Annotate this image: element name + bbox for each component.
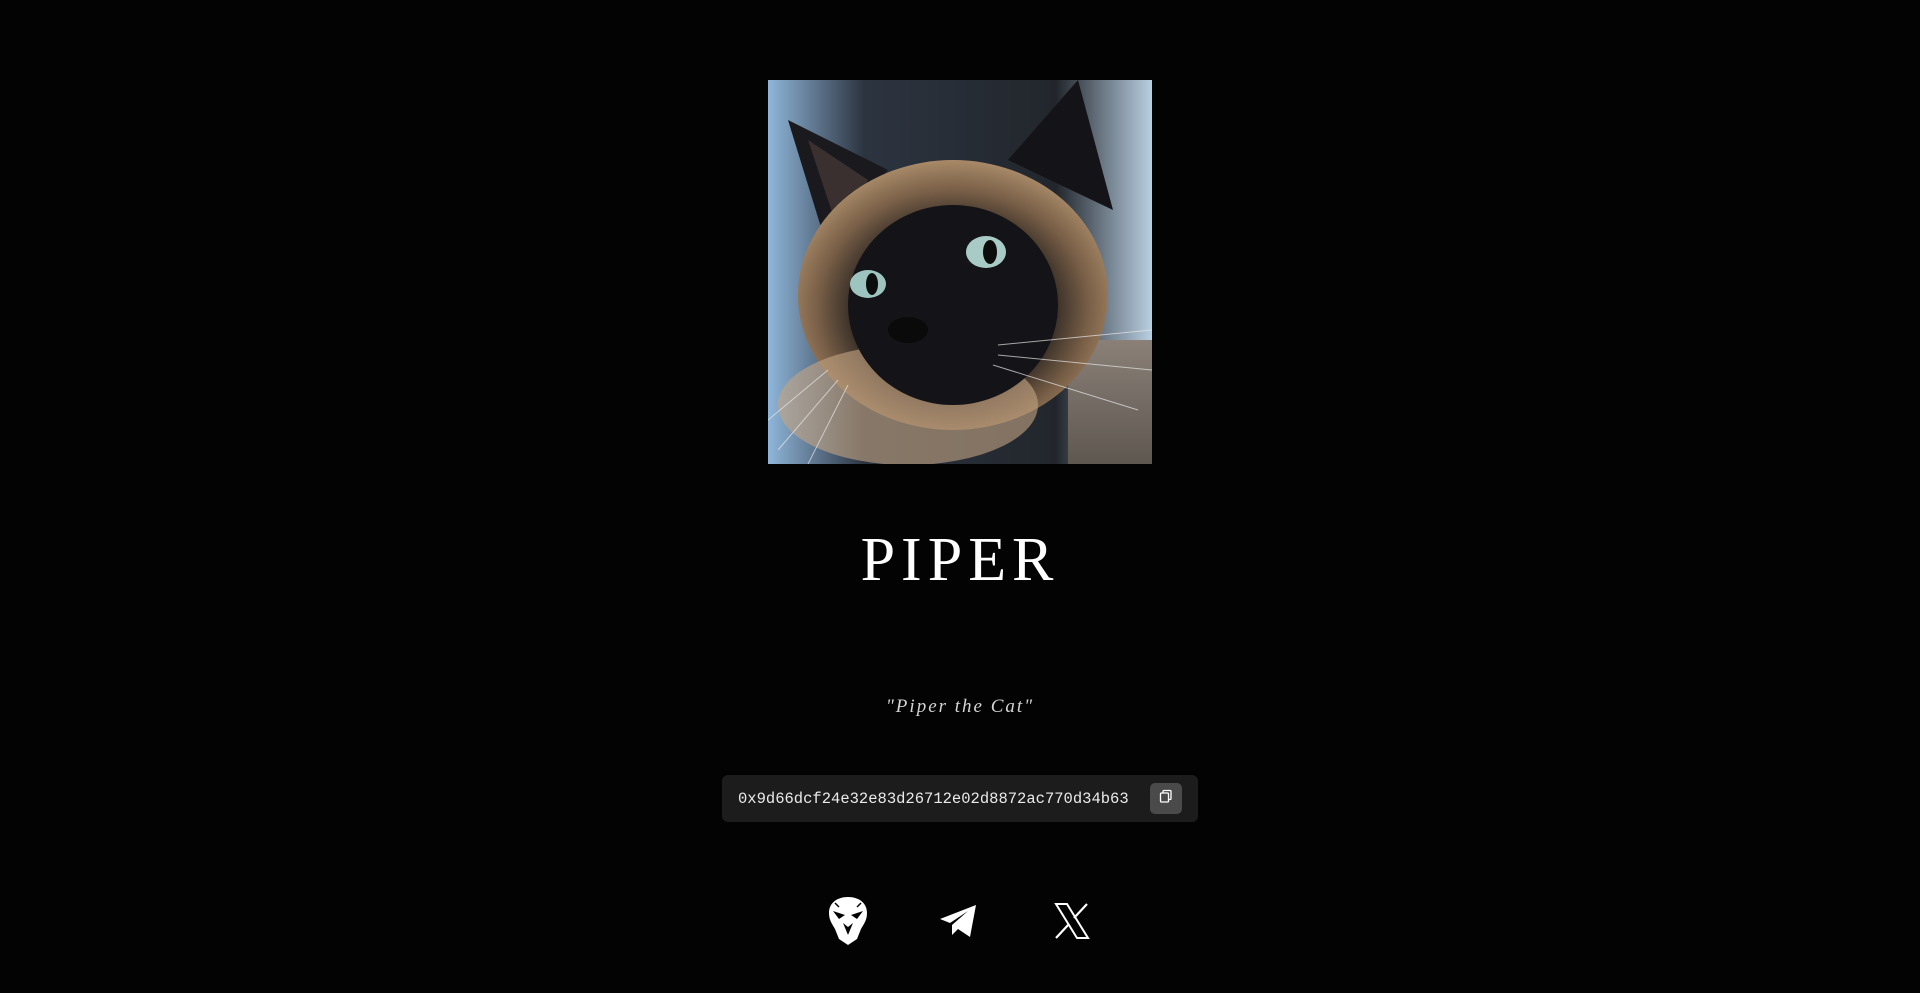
copy-icon	[1159, 789, 1173, 808]
x-link[interactable]	[1044, 895, 1100, 951]
copy-button[interactable]	[1150, 783, 1182, 814]
eagle-link[interactable]	[820, 895, 876, 951]
telegram-link[interactable]	[930, 895, 986, 951]
contract-address[interactable]: 0x9d66dcf24e32e83d26712e02d8872ac770d34b…	[738, 790, 1142, 808]
eagle-icon	[825, 895, 871, 952]
social-links	[0, 895, 1920, 955]
token-tagline: "Piper the Cat"	[885, 696, 1035, 717]
telegram-icon	[938, 903, 978, 944]
x-icon	[1053, 902, 1091, 945]
token-name: PIPER	[860, 526, 1060, 594]
cat-photo	[768, 80, 1152, 464]
contract-address-box: 0x9d66dcf24e32e83d26712e02d8872ac770d34b…	[722, 775, 1198, 822]
page: PIPER "Piper the Cat" 0x9d66dcf24e32e83d…	[0, 0, 1920, 993]
